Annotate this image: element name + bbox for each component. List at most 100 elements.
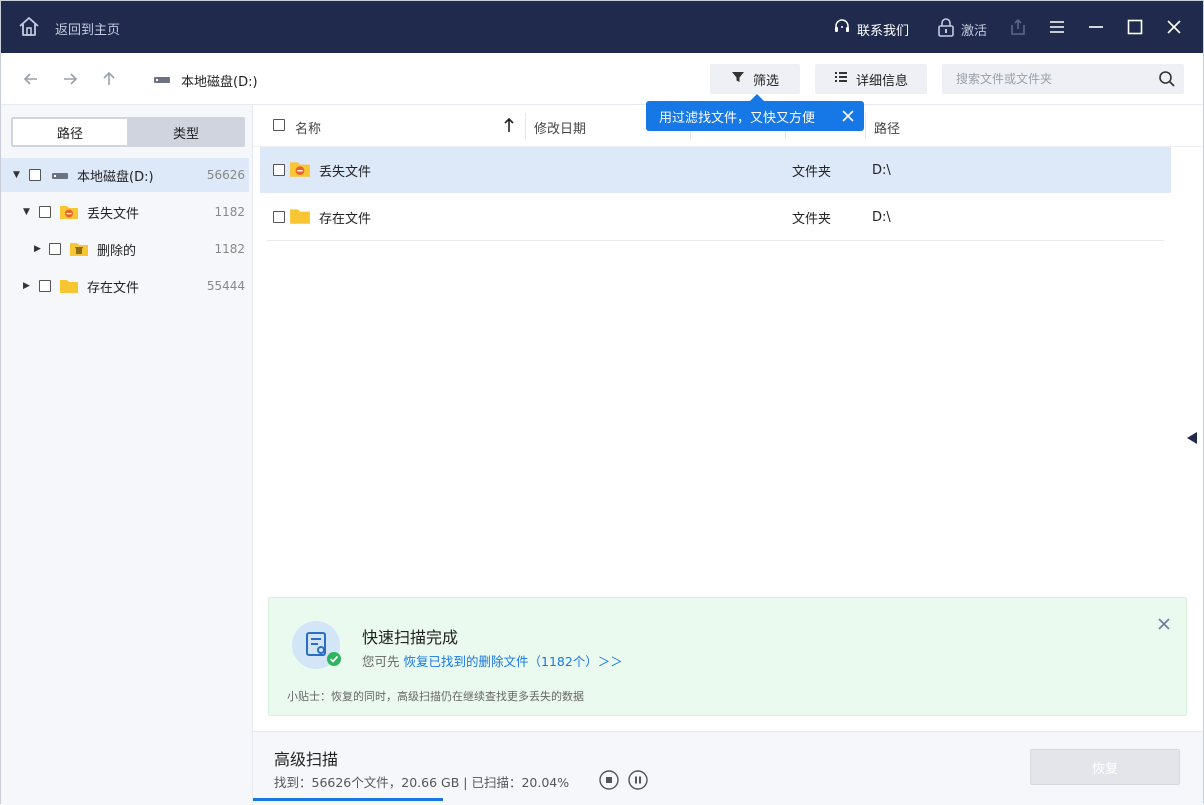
row-path: D:\ <box>872 209 891 225</box>
scan-stats: 找到：56626个文件，20.66 GB | 已扫描：20.04% <box>274 775 570 790</box>
tooltip-text: 用过滤找文件，又快又方便 <box>659 110 816 126</box>
tree-item-label: 丢失文件 <box>87 206 140 222</box>
pause-icon[interactable] <box>628 770 648 790</box>
trash-folder-icon <box>69 241 89 257</box>
title-bar: 返回到主页 联系我们 激活 <box>1 1 1203 53</box>
caret-down-icon[interactable]: ▼ <box>23 207 35 217</box>
notice-title: 快速扫描完成 <box>362 628 459 647</box>
view-mode-switch: 路径 类型 <box>11 117 245 147</box>
home-icon[interactable] <box>17 15 41 39</box>
back-arrow-icon[interactable] <box>19 67 43 91</box>
column-header-path[interactable]: 路径 <box>874 118 900 137</box>
checkbox[interactable] <box>39 280 51 292</box>
checkbox[interactable] <box>29 169 41 181</box>
headset-icon <box>833 18 851 40</box>
lost-folder-icon <box>59 204 79 220</box>
row-path: D:\ <box>872 162 891 178</box>
tree-item-count: 56626 <box>206 168 245 182</box>
quick-scan-complete-notice: 快速扫描完成 您可先 恢复已找到的删除文件（1182个）＞＞ 小贴士：恢复的同时… <box>268 597 1187 716</box>
detail-info-button[interactable]: 详细信息 <box>815 64 927 94</box>
lock-icon <box>937 17 955 41</box>
tree-item-label: 删除的 <box>97 243 137 259</box>
scan-progress-fill <box>253 798 444 801</box>
tab-type[interactable]: 类型 <box>129 119 243 145</box>
caret-right-icon[interactable]: ▶ <box>23 281 35 291</box>
scan-report-icon <box>292 621 342 671</box>
toolbar: 本地磁盘(D:) 筛选 详细信息 <box>1 53 1203 105</box>
tab-path[interactable]: 路径 <box>13 119 127 145</box>
tree-item-existing-files[interactable]: ▶ 存在文件 55444 <box>1 269 253 303</box>
row-checkbox[interactable] <box>273 211 285 223</box>
tree-item-count: 1182 <box>214 242 245 256</box>
filter-label: 筛选 <box>752 73 779 89</box>
tree-item-local-disk[interactable]: ▼ 本地磁盘(D:) 56626 <box>1 158 249 192</box>
drive-icon <box>153 73 171 89</box>
column-header-name[interactable]: 名称 <box>295 118 321 137</box>
advanced-scan-title: 高级扫描 <box>274 750 339 769</box>
tree-item-label: 本地磁盘(D:) <box>77 169 154 185</box>
contact-us-button[interactable]: 联系我们 <box>833 18 909 40</box>
share-icon[interactable] <box>1008 17 1028 37</box>
column-header-modified[interactable]: 修改日期 <box>534 118 586 137</box>
tree-item-deleted[interactable]: ▶ 删除的 1182 <box>1 232 253 266</box>
filter-button[interactable]: 筛选 <box>710 64 800 94</box>
scan-progress-bar <box>253 798 1203 801</box>
minimize-icon[interactable] <box>1086 17 1106 37</box>
up-arrow-icon[interactable] <box>97 67 121 91</box>
contact-us-label: 联系我们 <box>857 23 910 39</box>
forward-arrow-icon[interactable] <box>58 67 82 91</box>
recover-deleted-link[interactable]: 恢复已找到的删除文件（1182个）＞＞ <box>404 654 623 669</box>
select-all-checkbox[interactable] <box>273 119 285 131</box>
search-box <box>942 64 1184 94</box>
search-icon[interactable] <box>1158 70 1176 88</box>
close-icon[interactable] <box>1156 616 1172 632</box>
column-separator[interactable] <box>865 113 866 139</box>
notice-tip: 小贴士：恢复的同时，高级扫描仍在继续查找更多丢失的数据 <box>287 690 584 703</box>
tree-item-label: 存在文件 <box>87 280 140 296</box>
maximize-icon[interactable] <box>1125 17 1145 37</box>
list-icon <box>834 70 848 88</box>
menu-icon[interactable] <box>1047 17 1067 37</box>
folder-icon <box>59 278 79 294</box>
activate-label: 激活 <box>961 23 988 39</box>
lost-folder-icon <box>289 160 311 182</box>
tree-item-count: 55444 <box>206 279 245 293</box>
sidebar: 路径 类型 ▼ 本地磁盘(D:) 56626 ▼ 丢失文件 1182 ▶ 删除的… <box>1 105 253 805</box>
scan-status-bar: 高级扫描 找到：56626个文件，20.66 GB | 已扫描：20.04% 恢… <box>253 731 1203 805</box>
row-type: 文件夹 <box>792 164 832 180</box>
notice-subtitle-prefix: 您可先 <box>362 654 400 669</box>
app-window: 返回到主页 联系我们 激活 本地磁盘(D:) 筛选 详细信息 搜索文件或文件夹 … <box>0 0 1204 805</box>
current-location: 本地磁盘(D:) <box>153 71 258 90</box>
caret-right-icon[interactable]: ▶ <box>34 244 46 254</box>
close-icon[interactable] <box>1164 17 1184 37</box>
detail-info-label: 详细信息 <box>855 73 908 89</box>
checkbox[interactable] <box>49 243 61 255</box>
activate-button[interactable]: 激活 <box>937 17 987 41</box>
stop-icon[interactable] <box>599 770 619 790</box>
filter-tip-tooltip: 用过滤找文件，又快又方便 <box>646 94 864 131</box>
row-checkbox[interactable] <box>273 164 285 176</box>
column-separator[interactable] <box>525 113 526 139</box>
collapse-panel-icon[interactable] <box>1185 431 1199 445</box>
caret-down-icon[interactable]: ▼ <box>13 170 25 180</box>
recover-button[interactable]: 恢复 <box>1030 749 1180 785</box>
row-type: 文件夹 <box>792 211 832 227</box>
back-to-home-link[interactable]: 返回到主页 <box>55 19 120 38</box>
drive-icon <box>51 169 69 181</box>
sort-up-icon[interactable] <box>503 117 515 137</box>
drive-label: 本地磁盘(D:) <box>181 75 258 90</box>
file-list-pane: 名称 修改日期 路径 丢失文件 文件夹 D:\ 存在文件 文件夹 D:\ 快速扫… <box>253 105 1203 805</box>
notice-subtitle: 您可先 恢复已找到的删除文件（1182个）＞＞ <box>362 651 623 670</box>
row-divider <box>267 240 1164 241</box>
close-icon[interactable] <box>840 108 856 124</box>
table-row[interactable]: 丢失文件 文件夹 D:\ <box>260 147 1171 193</box>
folder-icon <box>289 207 311 229</box>
filter-icon <box>731 70 745 88</box>
table-row[interactable]: 存在文件 文件夹 D:\ <box>260 194 1171 240</box>
search-input[interactable] <box>942 64 1152 94</box>
tree-item-lost-files[interactable]: ▼ 丢失文件 1182 <box>1 195 253 229</box>
row-name: 存在文件 <box>319 211 372 227</box>
tree-item-count: 1182 <box>214 205 245 219</box>
row-name: 丢失文件 <box>319 164 372 180</box>
checkbox[interactable] <box>39 206 51 218</box>
